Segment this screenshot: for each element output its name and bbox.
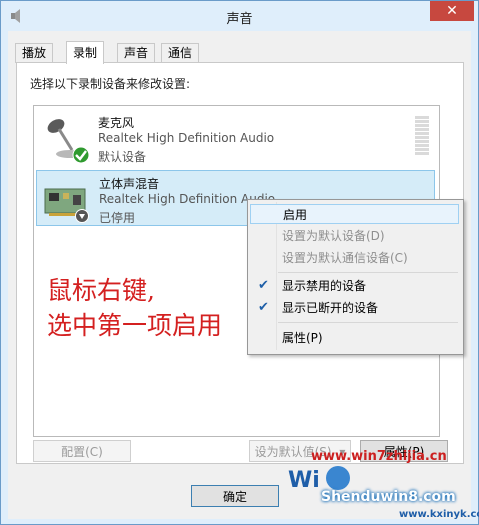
disabled-arrow-badge	[75, 209, 89, 223]
tab-playback[interactable]: 播放	[15, 43, 54, 63]
checkmark-icon: ✔	[258, 278, 269, 293]
tab-sounds[interactable]: 声音	[117, 43, 156, 63]
menu-item-properties[interactable]: 属性(P)	[250, 328, 459, 348]
close-button[interactable]: ✕	[430, 1, 474, 21]
device-microphone[interactable]: 麦克风 Realtek High Definition Audio 默认设备	[36, 110, 435, 166]
panel-prompt: 选择以下录制设备来修改设置:	[30, 77, 191, 91]
watermark-url-2: www.kxinyk.com	[399, 509, 479, 520]
title-bar[interactable]: 声音 ✕	[1, 1, 478, 31]
device-name: 立体声混音	[99, 177, 160, 191]
menu-item-set-default-comm-device[interactable]: 设置为默认通信设备(C)	[250, 248, 459, 268]
menu-item-label: 设置为默认通信设备(C)	[282, 251, 408, 265]
device-status: 默认设备	[98, 150, 147, 164]
sound-dialog: 声音 ✕ 播放 录制 声音 通信 选择以下录制设备来修改设置: 麦克风 Real…	[0, 0, 479, 525]
menu-item-show-disabled[interactable]: ✔ 显示禁用的设备	[250, 276, 459, 296]
menu-item-label: 属性(P)	[282, 331, 323, 345]
context-menu: 启用 设置为默认设备(D) 设置为默认通信设备(C) ✔ 显示禁用的设备 ✔ 显…	[247, 199, 464, 355]
device-status: 已停用	[99, 211, 136, 225]
green-check-badge	[72, 146, 90, 164]
window-title: 声音	[226, 12, 253, 27]
configure-button[interactable]: 配置(C)	[33, 440, 131, 462]
menu-item-set-default-device[interactable]: 设置为默认设备(D)	[250, 226, 459, 246]
tab-communications[interactable]: 通信	[161, 43, 200, 63]
menu-item-label: 设置为默认设备(D)	[282, 229, 385, 243]
svg-text:Wi: Wi	[288, 468, 320, 493]
menu-item-show-disconnected[interactable]: ✔ 显示已断开的设备	[250, 298, 459, 318]
annotation-line-2: 选中第一项启用	[47, 311, 223, 340]
menu-item-enable[interactable]: 启用	[250, 204, 459, 224]
device-driver: Realtek High Definition Audio	[98, 131, 275, 145]
tab-recording[interactable]: 录制	[66, 41, 105, 64]
device-name: 麦克风	[98, 116, 135, 130]
menu-item-label: 显示禁用的设备	[282, 279, 367, 293]
menu-item-label: 启用	[283, 208, 308, 222]
watermark-url-1: www.win7zhijia.cn	[311, 449, 447, 464]
ok-button[interactable]: 确定	[191, 485, 279, 507]
checkmark-icon: ✔	[258, 300, 269, 315]
annotation-line-1: 鼠标右键,	[47, 276, 155, 305]
menu-separator	[278, 322, 458, 323]
menu-separator	[278, 272, 458, 273]
menu-item-label: 显示已断开的设备	[282, 301, 379, 315]
watermark-logo: Shenduwin8.com	[321, 489, 456, 505]
level-meter	[415, 116, 429, 156]
